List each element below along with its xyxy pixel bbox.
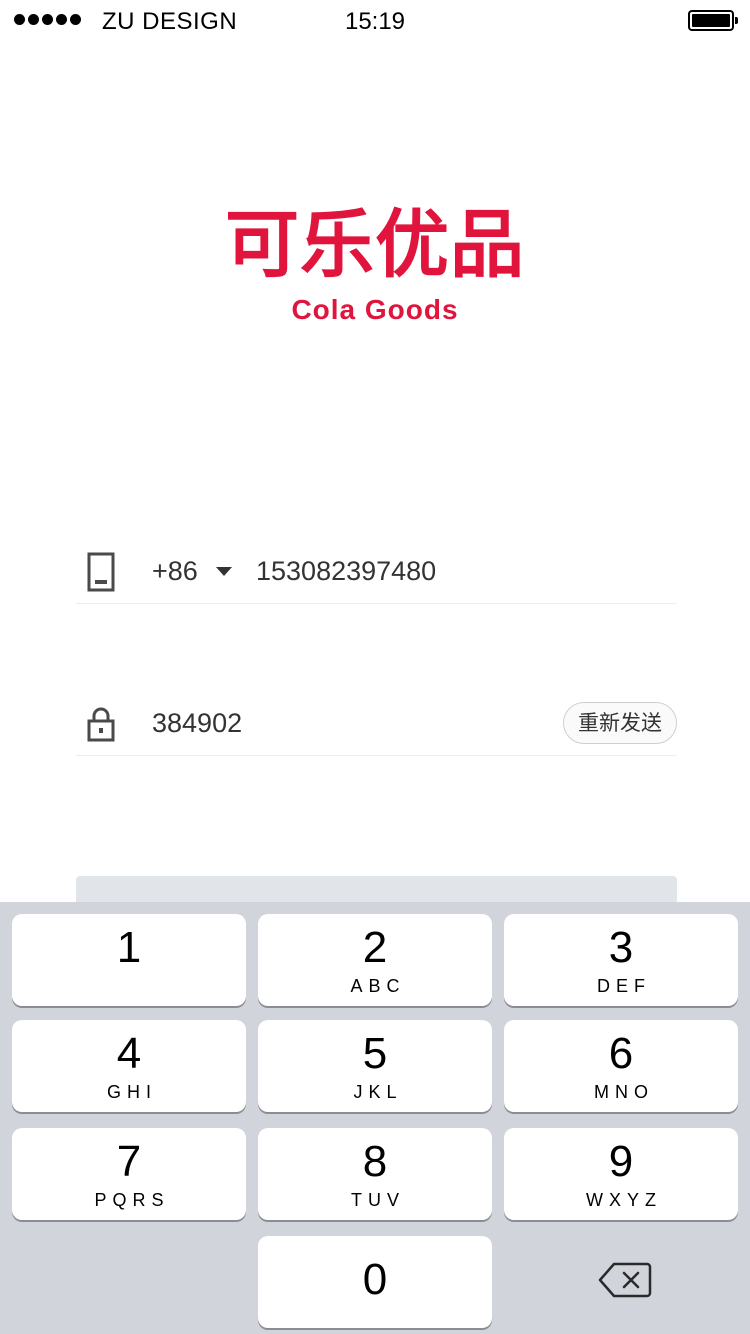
key-letters: JKL <box>353 1082 403 1102</box>
key-digit: 4 <box>116 1029 142 1078</box>
backspace-icon[interactable] <box>598 1261 652 1299</box>
key-digit: 0 <box>362 1255 388 1304</box>
key-9[interactable]: 9 WXYZ <box>504 1128 738 1220</box>
verification-code-row: 384902 重新发送 <box>76 688 677 756</box>
key-3[interactable]: 3 DEF <box>504 914 738 1006</box>
key-digit: 2 <box>362 923 388 972</box>
country-code-dropdown-icon[interactable] <box>216 567 232 576</box>
key-7[interactable]: 7 PQRS <box>12 1128 246 1220</box>
key-digit: 1 <box>116 923 142 972</box>
resend-code-button[interactable]: 重新发送 <box>563 702 677 744</box>
key-digit: 6 <box>608 1029 634 1078</box>
logo-english-text: Cola Goods <box>291 294 459 325</box>
key-letters: PQRS <box>94 1190 170 1210</box>
key-5[interactable]: 5 JKL <box>258 1020 492 1112</box>
key-1[interactable]: 1 <box>12 914 246 1006</box>
logo-chinese-text: 可乐优品 <box>225 202 525 288</box>
login-screen: ZU DESIGN 15:19 可乐优品 Cola Goods +86 1530… <box>0 0 750 1334</box>
status-bar: ZU DESIGN 15:19 <box>0 0 750 40</box>
key-letters: GHI <box>106 1082 157 1102</box>
key-4[interactable]: 4 GHI <box>12 1020 246 1112</box>
battery-icon <box>688 10 738 31</box>
key-digit: 5 <box>362 1029 388 1078</box>
key-digit: 3 <box>608 923 634 972</box>
key-letters: DEF <box>597 976 651 996</box>
key-2[interactable]: 2 ABC <box>258 914 492 1006</box>
verification-code-input[interactable]: 384902 <box>152 708 242 739</box>
country-code-label[interactable]: +86 <box>152 556 198 587</box>
key-letters: WXYZ <box>586 1190 662 1210</box>
lock-icon <box>87 707 115 742</box>
status-time: 15:19 <box>344 8 406 35</box>
mobile-phone-icon <box>87 552 115 592</box>
key-letters: TUV <box>351 1190 405 1210</box>
phone-input-row: +86 153082397480 <box>76 536 677 604</box>
phone-number-input[interactable]: 153082397480 <box>256 556 436 587</box>
key-digit: 8 <box>362 1137 388 1186</box>
key-digit: 7 <box>116 1137 142 1186</box>
key-8[interactable]: 8 TUV <box>258 1128 492 1220</box>
app-logo: 可乐优品 Cola Goods <box>0 200 750 326</box>
key-digit: 9 <box>608 1137 634 1186</box>
key-letters: ABC <box>350 976 406 996</box>
key-6[interactable]: 6 MNO <box>504 1020 738 1112</box>
key-0[interactable]: 0 <box>258 1236 492 1328</box>
key-letters: MNO <box>594 1082 654 1102</box>
